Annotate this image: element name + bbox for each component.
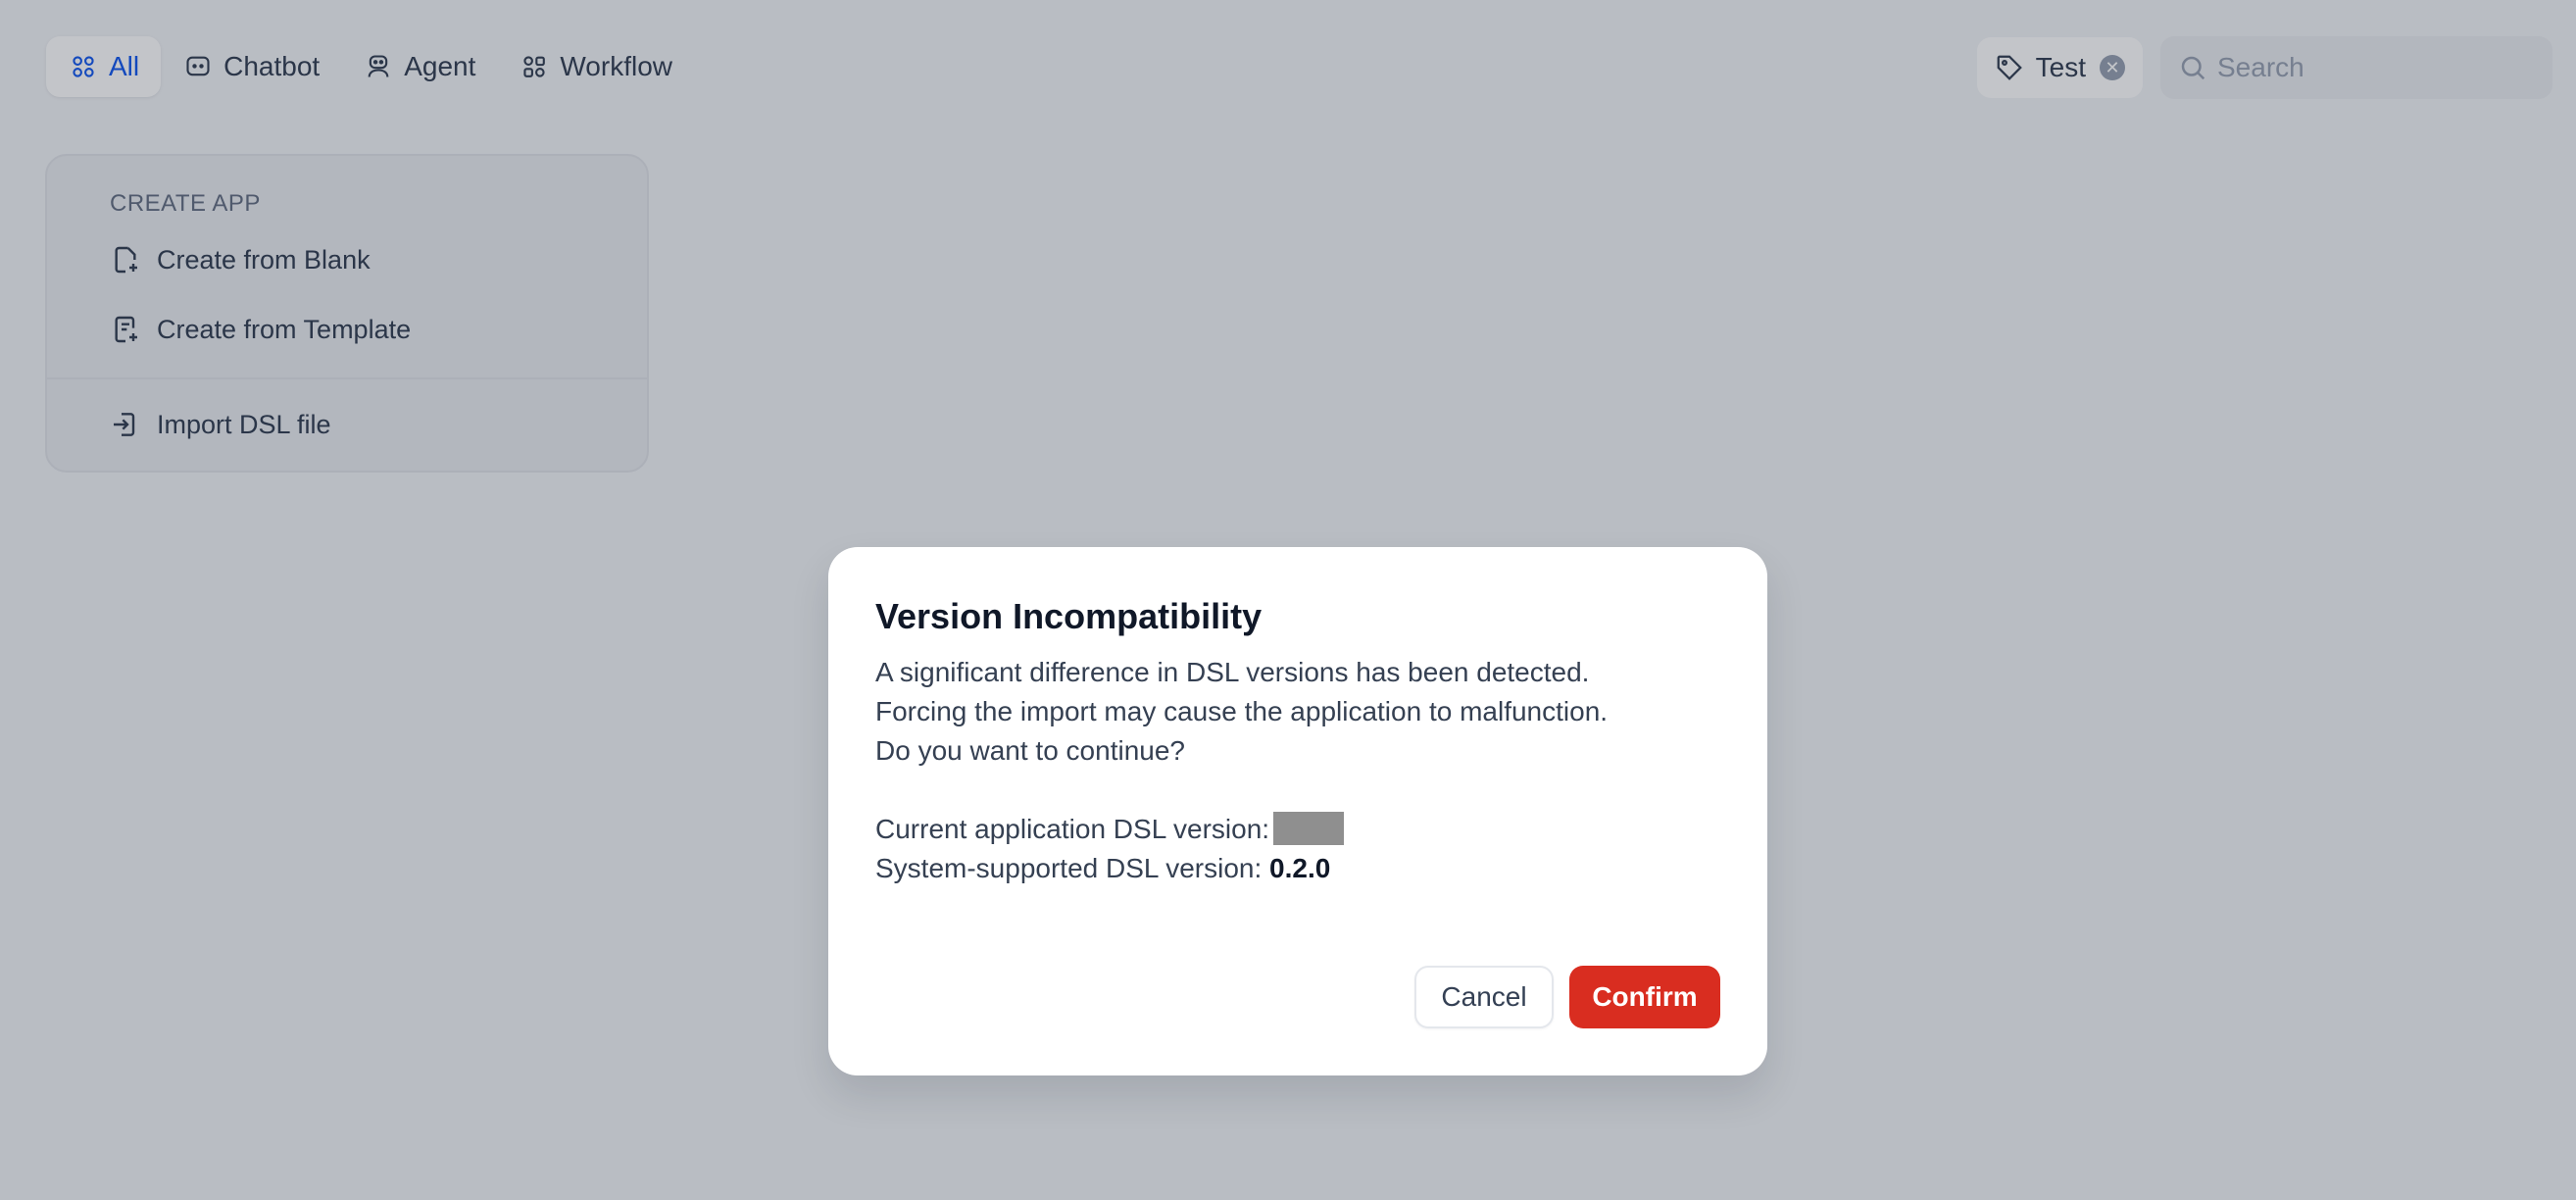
dialog-message-line: Do you want to continue? — [875, 735, 1185, 766]
supported-version-label: System-supported DSL version: — [875, 853, 1263, 883]
apps-page: All Chatbot Agent Workflow Test ✕ Search… — [0, 0, 2576, 1200]
dialog-message-line: Forcing the import may cause the applica… — [875, 696, 1609, 726]
confirm-button[interactable]: Confirm — [1569, 966, 1720, 1028]
dialog-message-line: A significant difference in DSL versions… — [875, 657, 1590, 687]
cancel-button[interactable]: Cancel — [1414, 966, 1554, 1028]
dialog-title: Version Incompatibility — [875, 596, 1263, 636]
version-incompatibility-dialog: Version Incompatibility A significant di… — [828, 547, 1767, 1075]
current-version-redacted — [1273, 812, 1345, 845]
dialog-body: A significant difference in DSL versions… — [875, 653, 1608, 888]
current-version-label: Current application DSL version: — [875, 814, 1270, 844]
dialog-actions: Cancel Confirm — [1414, 966, 1720, 1028]
supported-version-line: System-supported DSL version: 0.2.0 — [875, 849, 1608, 888]
supported-version-value: 0.2.0 — [1269, 853, 1331, 883]
current-version-line: Current application DSL version: — [875, 810, 1608, 849]
